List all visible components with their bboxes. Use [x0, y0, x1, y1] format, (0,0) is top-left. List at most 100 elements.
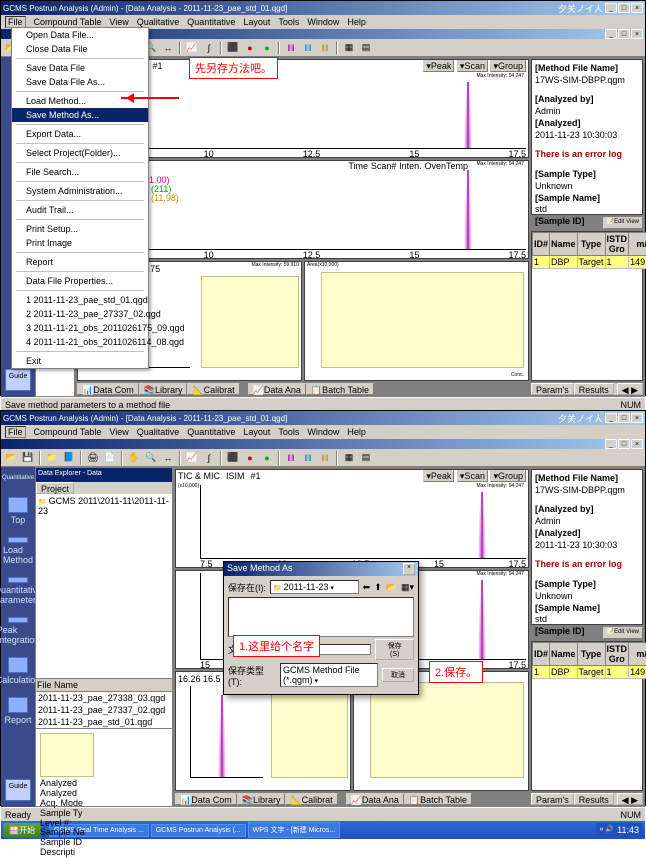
- minimize-button[interactable]: _: [605, 413, 617, 423]
- menu-item[interactable]: Close Data File: [12, 42, 148, 56]
- tool-grid1-icon[interactable]: ▦: [341, 40, 357, 56]
- tab-batch[interactable]: 📋Batch Table: [306, 383, 374, 395]
- menu-item[interactable]: System Administration...: [12, 184, 148, 198]
- rail-params[interactable]: Quantitative Parameters: [4, 577, 32, 605]
- menu-bar[interactable]: File Compound Table View Qualitative Qua…: [1, 425, 645, 439]
- table-row[interactable]: 1 DBP Target 1 149.00: [533, 666, 646, 679]
- tool-integ-icon[interactable]: ∫: [201, 40, 217, 56]
- menu-layout[interactable]: Layout: [243, 17, 270, 27]
- close-button[interactable]: ×: [631, 3, 643, 13]
- tool-grid2-icon[interactable]: ▤: [358, 40, 374, 56]
- save-button[interactable]: 保存(S): [375, 639, 414, 660]
- maximize-button[interactable]: □: [618, 3, 630, 13]
- filetype-label: 保存类型(T):: [228, 664, 276, 687]
- menu-item[interactable]: Report: [12, 255, 148, 269]
- menu-item[interactable]: Select Project(Folder)...: [12, 146, 148, 160]
- tool-arrow-icon[interactable]: ↔: [160, 40, 176, 56]
- title-bar: GCMS Postrun Analysis (Admin) - [Data An…: [1, 411, 645, 425]
- menu-item[interactable]: 4 2011-11-21_obs_2011026114_08.qgd: [12, 335, 148, 349]
- project-tree[interactable]: 📁 GCMS 2011\2011-11\2011-11-23: [36, 494, 172, 678]
- menu-item[interactable]: 2 2011-11-23_pae_27337_02.qgd: [12, 307, 148, 321]
- inner-minimize[interactable]: _: [605, 29, 617, 39]
- group-btn[interactable]: ▾Group: [490, 60, 526, 72]
- tab-results[interactable]: Results: [574, 383, 614, 395]
- inner-close[interactable]: ×: [631, 29, 643, 39]
- tool-bars1-icon[interactable]: ‖‖: [283, 40, 299, 56]
- views-icon[interactable]: ▦▾: [401, 582, 414, 593]
- tab-datacom[interactable]: 📊Data Com: [77, 383, 139, 395]
- tool-spectrum-icon[interactable]: ⬛: [225, 40, 241, 56]
- tab-params[interactable]: Param's: [531, 383, 574, 395]
- newfolder-icon[interactable]: 📂: [386, 582, 397, 593]
- tool-bars2-icon[interactable]: ‖‖: [300, 40, 316, 56]
- compound-table[interactable]: ID# Name Type ISTD Gro m/z 1 DBP Target …: [531, 231, 643, 381]
- maximize-button[interactable]: □: [618, 413, 630, 423]
- guide-button[interactable]: Guide: [5, 779, 31, 801]
- peak-btn[interactable]: ▾Peak: [423, 60, 454, 72]
- rail-load-method[interactable]: Load Method: [4, 537, 32, 565]
- edit-view-btn[interactable]: 📝Edit View: [603, 217, 643, 229]
- screenshot-2: GCMS Postrun Analysis (Admin) - [Data An…: [0, 410, 646, 806]
- guide-button[interactable]: Guide: [5, 369, 31, 391]
- list-item[interactable]: 2011-11-23_pae_27338_03.qgd: [36, 692, 172, 704]
- tab-library[interactable]: 📚Library: [139, 383, 188, 395]
- menu-item[interactable]: Export Data...: [12, 127, 148, 141]
- tool-red-icon[interactable]: ●: [242, 40, 258, 56]
- menu-view[interactable]: View: [109, 17, 128, 27]
- menu-compound[interactable]: Compound Table: [34, 17, 102, 27]
- menu-item[interactable]: Data File Properties...: [12, 274, 148, 288]
- filetype-dropdown[interactable]: GCMS Method File (*.qgm) ▾: [280, 663, 378, 687]
- method-info-panel: [Method File Name] 17WS-SIM-DBPP.qgm [An…: [531, 59, 643, 215]
- menu-quantitative[interactable]: Quantitative: [187, 17, 235, 27]
- rail-peak[interactable]: Peak Integration: [4, 617, 32, 645]
- scan-btn[interactable]: ▾Scan: [457, 60, 488, 72]
- file-menu-dropdown[interactable]: Open Data File...Close Data File Save Dat…: [11, 27, 149, 369]
- menu-item[interactable]: Print Setup...: [12, 222, 148, 236]
- tool-bars3-icon[interactable]: ‖‖: [317, 40, 333, 56]
- thumbnail: [40, 733, 94, 777]
- tab-dataana[interactable]: 📈Data Ana: [248, 383, 306, 395]
- bottom-tabs: 📊Data Com 📚Library 📐Calibrat 📈Data Ana 📋…: [77, 383, 529, 395]
- menu-window[interactable]: Window: [307, 17, 339, 27]
- menu-qualitative[interactable]: Qualitative: [137, 17, 180, 27]
- rail-calc[interactable]: Calculation: [4, 657, 32, 685]
- menu-item[interactable]: Save Data File As...: [12, 75, 148, 89]
- cancel-button[interactable]: 取消: [382, 668, 414, 682]
- menu-tools[interactable]: Tools: [278, 17, 299, 27]
- up-icon[interactable]: ⬆: [374, 582, 382, 593]
- explorer-tab-project[interactable]: Project: [36, 482, 74, 494]
- list-item[interactable]: 2011-11-23_pae_27337_02.qgd: [36, 704, 172, 716]
- table-row[interactable]: 1 DBP Target 1 149.00: [533, 256, 646, 269]
- annotation-filename: 1.这里给个名字: [233, 635, 320, 657]
- save-method-dialog: Save Method As × 保存在(I): 📁 2011-11-23 ▾ …: [223, 561, 419, 695]
- menu-item[interactable]: Save Data File: [12, 61, 148, 75]
- list-item[interactable]: 2011-11-23_pae_std_01.qgd: [36, 716, 172, 728]
- inner-maximize[interactable]: □: [618, 29, 630, 39]
- title-extras: 夕关ノイ人: [558, 2, 603, 15]
- left-rail: Quantitative Top Load Method Quantitativ…: [1, 467, 35, 807]
- tool-open-icon[interactable]: 📂: [3, 450, 19, 466]
- menu-item[interactable]: Audit Trail...: [12, 203, 148, 217]
- menu-item[interactable]: 3 2011-11-21_obs_2011026175_09.qgd: [12, 321, 148, 335]
- menu-item[interactable]: File Search...: [12, 165, 148, 179]
- menu-item[interactable]: Open Data File...: [12, 28, 148, 42]
- menu-item[interactable]: Exit: [12, 354, 148, 368]
- rail-top[interactable]: Top: [4, 497, 32, 525]
- menu-item[interactable]: Save Method As...: [12, 108, 148, 122]
- close-button[interactable]: ×: [631, 413, 643, 423]
- tool-peak-icon[interactable]: 📈: [184, 40, 200, 56]
- tool-green-icon[interactable]: ●: [259, 40, 275, 56]
- rail-report[interactable]: Report: [4, 697, 32, 725]
- lookin-dropdown[interactable]: 📁 2011-11-23 ▾: [270, 580, 359, 594]
- menu-help[interactable]: Help: [347, 17, 366, 27]
- tool-save-icon[interactable]: 💾: [20, 450, 36, 466]
- back-icon[interactable]: ⬅: [363, 582, 371, 593]
- file-list[interactable]: File Name 2011-11-23_pae_27338_03.qgd 20…: [36, 678, 172, 728]
- menu-item[interactable]: 1 2011-11-23_pae_std_01.qgd: [12, 293, 148, 307]
- window-title: GCMS Postrun Analysis (Admin) - [Data An…: [3, 4, 558, 13]
- file-pane[interactable]: [228, 597, 414, 637]
- tab-calibrat[interactable]: 📐Calibrat: [187, 383, 239, 395]
- minimize-button[interactable]: _: [605, 3, 617, 13]
- dialog-close-button[interactable]: ×: [403, 563, 415, 575]
- menu-item[interactable]: Print Image: [12, 236, 148, 250]
